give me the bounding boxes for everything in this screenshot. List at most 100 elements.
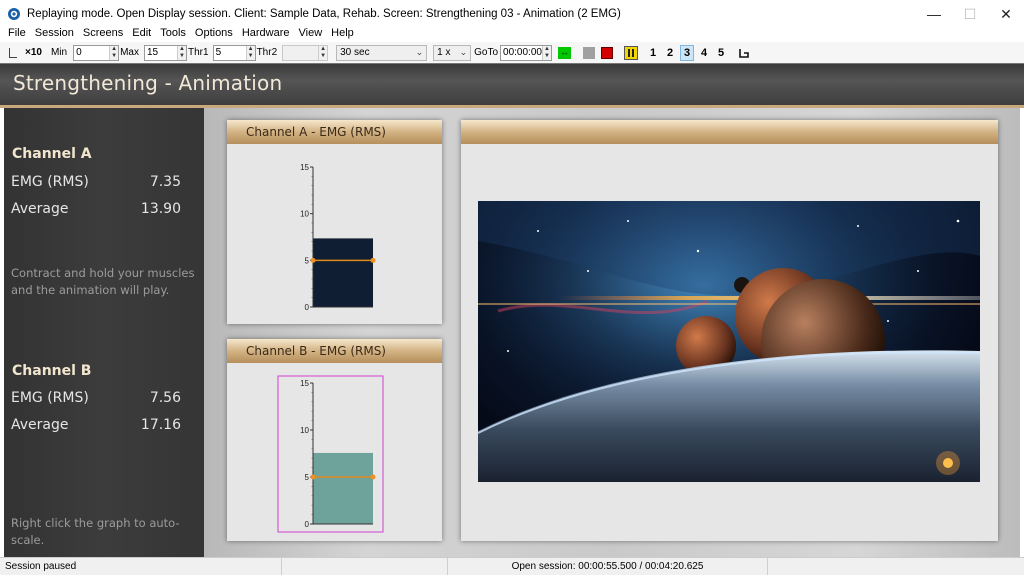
goto-input[interactable]: 00:00:00 ▲ ▼ <box>500 44 553 61</box>
threshold-marker <box>310 474 316 480</box>
maximize-button[interactable]: ☐ <box>952 0 988 28</box>
channel-a-panel-title: Channel A - EMG (RMS) <box>227 120 442 144</box>
app-logo-icon <box>7 7 21 21</box>
goto-label: GoTo <box>474 47 499 58</box>
menu-tools[interactable]: Tools <box>160 27 186 39</box>
page-title: Strengthening - Animation <box>13 71 283 95</box>
speed-select[interactable]: 1 x ⌄ <box>433 44 472 61</box>
stop-gray-button[interactable] <box>583 46 596 59</box>
emg-bar <box>313 452 373 524</box>
sync-arrows-icon[interactable]: ↔ <box>558 46 572 59</box>
close-button[interactable]: ✕ <box>988 0 1024 28</box>
y-tick-label: 10 <box>300 210 309 219</box>
channel-a-note: Contract and hold your muscles and the a… <box>11 265 201 299</box>
y-tick-label: 15 <box>300 379 309 388</box>
thr1-spin-arrows[interactable]: ▲ ▼ <box>245 45 255 60</box>
emg-bar <box>313 238 373 307</box>
status-right <box>768 558 1024 575</box>
auto-scale-note: Right click the graph to auto-scale. <box>11 516 180 547</box>
channel-b-emg-row: EMG (RMS) 7.56 <box>11 390 181 406</box>
pause-bar-icon <box>632 48 635 57</box>
screen-4-button[interactable]: 4 <box>697 45 711 61</box>
title-bar: Replaying mode. Open Display session. Cl… <box>0 0 1024 28</box>
chevron-down-icon: ⌄ <box>415 46 424 57</box>
max-input[interactable]: 15 ▲ ▼ <box>144 44 187 61</box>
menu-screens[interactable]: Screens <box>83 27 123 39</box>
menu-hardware[interactable]: Hardware <box>242 27 290 39</box>
thr1-input[interactable]: 5 ▲ ▼ <box>212 44 256 61</box>
menu-file[interactable]: File <box>8 27 26 39</box>
channel-b-panel-title: Channel B - EMG (RMS) <box>227 339 442 363</box>
menu-session[interactable]: Session <box>35 27 74 39</box>
menu-help[interactable]: Help <box>331 27 354 39</box>
channel-a-emg-row: EMG (RMS) 7.35 <box>11 174 181 190</box>
channel-b-avg-value: 17.16 <box>140 417 181 433</box>
channel-b-graph-panel: Channel B - EMG (RMS) 0 5 10 15 <box>227 339 442 541</box>
thr2-input[interactable]: ▲ ▼ <box>282 44 329 61</box>
channel-a-graph-panel: Channel A - EMG (RMS) 0 5 10 15 <box>227 120 442 324</box>
duration-value: 30 sec <box>340 47 370 58</box>
min-label: Min <box>50 47 68 58</box>
channel-a-bar-chart[interactable]: 0 5 10 15 <box>227 144 442 324</box>
max-label: Max <box>120 47 139 58</box>
channel-b-title: Channel B <box>12 363 92 379</box>
channel-a-avg-row: Average 13.90 <box>11 201 181 217</box>
channel-a-title: Channel A <box>12 146 92 162</box>
y-tick-label: 10 <box>300 426 309 435</box>
duration-select[interactable]: 30 sec ⌄ <box>336 44 428 61</box>
thr1-value: 5 <box>215 47 222 58</box>
axis-scale-icon <box>9 47 17 58</box>
speed-value: 1 x <box>437 47 451 58</box>
channel-b-avg-label: Average <box>11 417 69 433</box>
menu-bar: File Session Screens Edit Tools Options … <box>0 26 1024 40</box>
thr2-spin-arrows[interactable]: ▲ ▼ <box>318 45 328 60</box>
y-tick-label: 5 <box>305 473 310 482</box>
min-spin-arrows[interactable]: ▲ ▼ <box>109 45 119 60</box>
screen-header: Strengthening - Animation <box>0 63 1024 105</box>
screen-2-button[interactable]: 2 <box>663 45 677 61</box>
channel-b-emg-label: EMG (RMS) <box>11 390 89 406</box>
scale-toggle[interactable]: ×10 <box>9 47 42 58</box>
animation-panel <box>461 120 998 541</box>
record-red-button[interactable] <box>601 46 614 59</box>
min-value: 0 <box>76 47 82 58</box>
window-title: Replaying mode. Open Display session. Cl… <box>27 8 621 20</box>
status-empty-cell <box>282 557 448 575</box>
channel-a-avg-label: Average <box>11 201 69 217</box>
status-bar: Session paused Open session: 00:00:55.50… <box>0 557 1024 575</box>
y-tick-label: 0 <box>305 303 310 312</box>
screen-1-button[interactable]: 1 <box>646 45 660 61</box>
threshold-marker <box>370 257 376 263</box>
max-spin-arrows[interactable]: ▲ ▼ <box>177 45 186 60</box>
channel-a-emg-label: EMG (RMS) <box>11 174 89 190</box>
threshold-marker <box>370 474 376 480</box>
pause-button[interactable] <box>624 45 639 60</box>
menu-view[interactable]: View <box>299 27 323 39</box>
max-value: 15 <box>147 47 159 58</box>
screen-3-button[interactable]: 3 <box>680 44 695 61</box>
menu-options[interactable]: Options <box>195 27 233 39</box>
channel-a-emg-value: 7.35 <box>149 174 181 190</box>
note-line: and the animation will play. <box>11 283 170 297</box>
screen-5-button[interactable]: 5 <box>714 45 728 61</box>
minimize-button[interactable]: — <box>916 0 952 28</box>
min-input[interactable]: 0 ▲ ▼ <box>73 44 120 61</box>
channel-b-emg-value: 7.56 <box>149 390 181 406</box>
menu-edit[interactable]: Edit <box>132 27 151 39</box>
status-left: Session paused <box>0 557 282 575</box>
left-info-panel: Channel A EMG (RMS) 7.35 Average 13.90 C… <box>4 108 204 557</box>
channel-a-avg-value: 13.90 <box>140 201 181 217</box>
channel-b-bar-chart[interactable]: 0 5 10 15 <box>227 363 442 541</box>
step-signal-icon[interactable] <box>739 48 749 58</box>
status-session-time: Open session: 00:00:55.500 / 00:04:20.62… <box>448 557 768 575</box>
threshold-marker <box>310 257 316 263</box>
goto-value: 00:00:00 <box>503 47 542 58</box>
scale-label: ×10 <box>25 47 42 58</box>
thr1-label: Thr1 <box>188 47 209 58</box>
pause-bar-icon <box>628 48 631 57</box>
y-tick-label: 0 <box>305 520 310 529</box>
goto-spin-arrows[interactable]: ▲ ▼ <box>542 45 552 60</box>
y-tick-label: 15 <box>300 163 309 172</box>
space-animation-image <box>478 201 980 482</box>
toolbar: ×10 Min 0 ▲ ▼ Max 15 ▲ ▼ Thr1 5 ▲ ▼ Thr2 ▲ ▼ 30… <box>0 42 1024 63</box>
